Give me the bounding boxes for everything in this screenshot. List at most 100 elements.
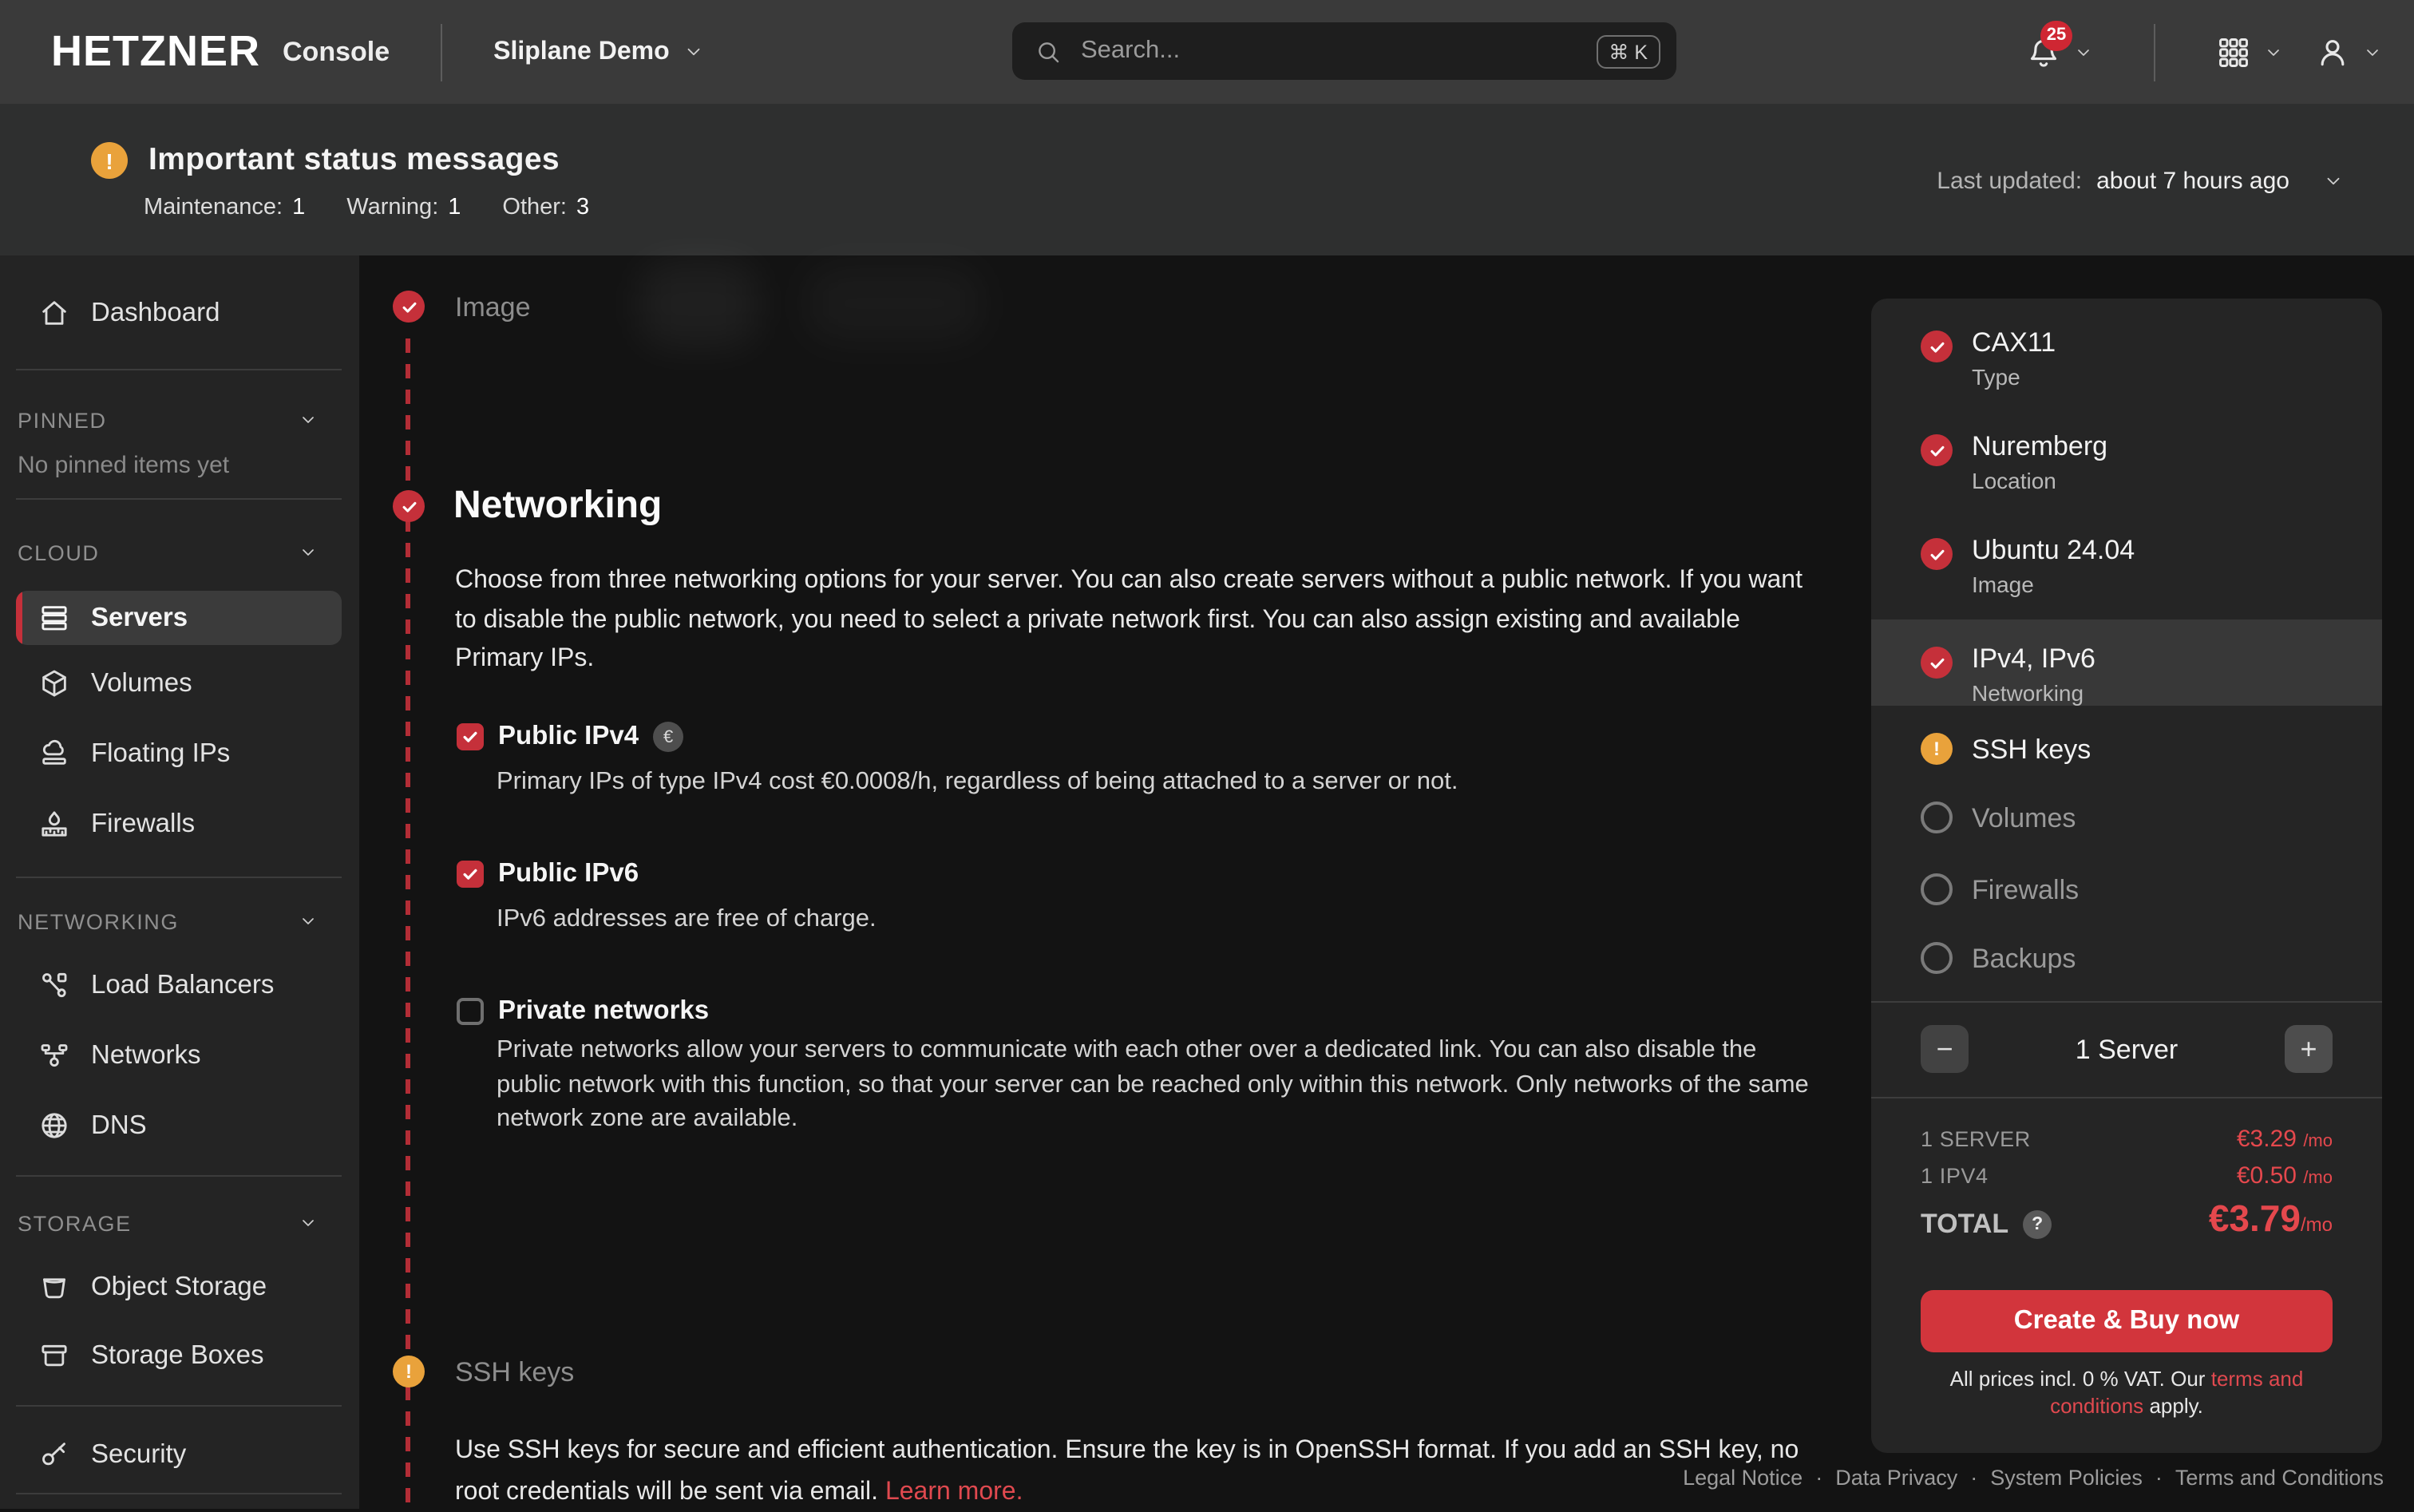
sidebar-item-dashboard[interactable]: Dashboard [0, 286, 359, 340]
last-updated-dropdown[interactable]: Last updated: about 7 hours ago [1937, 168, 2344, 195]
chevron-down-icon [2323, 171, 2344, 192]
price: €0.50 [2237, 1162, 2297, 1189]
user-icon [2315, 34, 2350, 69]
search-input[interactable] [1078, 35, 1596, 67]
sidebar-item-label: Security [91, 1439, 186, 1470]
search-bar[interactable]: ⌘ K [1012, 22, 1676, 80]
ssh-step-warning-icon: ! [393, 1356, 425, 1387]
step-value: Nuremberg [1972, 431, 2107, 463]
networking-intro-text: Choose from three networking options for… [455, 562, 1809, 679]
blurred-content [806, 265, 982, 342]
hetzner-console: HETZNER Console Sliplane Demo ⌘ K 25 [0, 0, 2414, 1509]
sidebar-item-floating-ips[interactable]: Floating IPs [0, 726, 359, 781]
checkbox-checked-icon[interactable] [457, 861, 484, 888]
apps-menu-button[interactable] [2216, 34, 2283, 69]
terms-and-conditions-link[interactable]: Terms and Conditions [2175, 1466, 2384, 1490]
summary-step-type[interactable]: CAX11 Type [1871, 327, 2382, 417]
sidebar-group-cloud[interactable]: CLOUD [18, 536, 318, 568]
status-title: Important status messages [148, 142, 560, 179]
total-label: TOTAL [1921, 1209, 2008, 1241]
chevron-down-icon [299, 410, 318, 429]
step-value: CAX11 [1972, 327, 2056, 359]
summary-step-image[interactable]: Ubuntu 24.04 Image [1871, 535, 2382, 624]
chevron-down-icon [684, 42, 705, 62]
other-count: 3 [576, 195, 589, 220]
console-label: Console [283, 36, 390, 68]
divider [1871, 1097, 2382, 1098]
step-label: Type [1972, 364, 2020, 390]
summary-step-firewalls[interactable]: Firewalls [1871, 873, 2382, 921]
help-icon[interactable]: ? [2023, 1210, 2052, 1239]
divider [16, 1405, 342, 1407]
sidebar-item-object-storage[interactable]: Object Storage [0, 1260, 359, 1314]
step-label: Image [1972, 572, 2034, 597]
project-selector[interactable]: Sliplane Demo [493, 38, 705, 66]
legal-notice-link[interactable]: Legal Notice [1683, 1466, 1803, 1490]
chevron-down-icon [299, 912, 318, 931]
checkbox-unchecked-icon[interactable] [457, 998, 484, 1025]
sidebar-item-volumes[interactable]: Volumes [0, 656, 359, 710]
networking-section-title: Networking [453, 484, 662, 528]
sidebar-item-dns[interactable]: DNS [0, 1098, 359, 1153]
load-balancer-icon [38, 969, 70, 1001]
topbar-actions: 25 [2026, 0, 2382, 104]
check-icon [1921, 647, 1953, 679]
sidebar-item-label: Floating IPs [91, 738, 230, 769]
create-buy-button[interactable]: Create & Buy now [1921, 1290, 2333, 1352]
divider [16, 369, 342, 370]
sidebar-item-label: Networks [91, 1040, 201, 1071]
sidebar-item-servers[interactable]: Servers [16, 591, 342, 645]
public-ipv6-description: IPv6 addresses are free of charge. [497, 902, 877, 936]
sidebar: Dashboard PINNED No pinned items yet CLO… [0, 255, 359, 1509]
price-unit: /mo [2303, 1132, 2333, 1151]
status-header: ! Important status messages [91, 142, 560, 179]
chevron-down-icon [299, 543, 318, 562]
sidebar-item-networks[interactable]: Networks [0, 1028, 359, 1083]
summary-step-backups[interactable]: Backups [1871, 942, 2382, 990]
data-privacy-link[interactable]: Data Privacy [1835, 1466, 1957, 1490]
account-menu-button[interactable] [2315, 34, 2382, 69]
status-message-bar: ! Important status messages Maintenance:… [0, 104, 2414, 255]
check-icon [1921, 331, 1953, 362]
dot-separator: · [1970, 1466, 1977, 1490]
increase-server-count-button[interactable]: + [2285, 1025, 2333, 1073]
system-policies-link[interactable]: System Policies [1990, 1466, 2143, 1490]
notifications-button[interactable]: 25 [2026, 34, 2093, 69]
sidebar-item-label: Object Storage [91, 1272, 267, 1302]
chevron-down-icon [2363, 42, 2382, 61]
hetzner-logo[interactable]: HETZNER [51, 27, 260, 77]
summary-step-location[interactable]: Nuremberg Location [1871, 431, 2382, 520]
sidebar-item-storage-boxes[interactable]: Storage Boxes [0, 1328, 359, 1383]
sidebar-item-firewalls[interactable]: Firewalls [0, 797, 359, 851]
group-label: NETWORKING [18, 909, 179, 933]
private-networks-checkbox-row[interactable]: Private networks [457, 996, 709, 1027]
group-label: PINNED [18, 408, 107, 432]
sidebar-item-label: Firewalls [91, 809, 195, 839]
summary-step-volumes[interactable]: Volumes [1871, 802, 2382, 849]
sidebar-item-load-balancers[interactable]: Load Balancers [0, 958, 359, 1012]
divider [441, 23, 442, 81]
public-ipv4-checkbox-row[interactable]: Public IPv4 € [457, 722, 683, 752]
sidebar-item-security[interactable]: Security [0, 1427, 359, 1482]
step-value: Firewalls [1972, 875, 2079, 907]
last-updated-label: Last updated: [1937, 168, 2082, 195]
divider [1871, 1001, 2382, 1003]
sidebar-group-storage[interactable]: STORAGE [18, 1207, 318, 1239]
empty-circle-icon [1921, 942, 1953, 974]
private-networks-label: Private networks [498, 996, 709, 1027]
learn-more-link[interactable]: Learn more. [885, 1478, 1023, 1505]
summary-step-networking[interactable]: IPv4, IPv6 Networking [1871, 643, 2382, 733]
sidebar-group-networking[interactable]: NETWORKING [18, 905, 318, 937]
checkbox-checked-icon[interactable] [457, 723, 484, 750]
top-bar: HETZNER Console Sliplane Demo ⌘ K 25 [0, 0, 2414, 104]
step-value: SSH keys [1972, 734, 2091, 766]
sidebar-group-pinned[interactable]: PINNED [18, 404, 318, 436]
image-step-check-icon [393, 291, 425, 323]
total-unit: /mo [2301, 1213, 2333, 1236]
footer-links: Legal Notice · Data Privacy · System Pol… [1683, 1466, 2384, 1490]
chevron-down-icon [2264, 42, 2283, 61]
summary-step-ssh-keys[interactable]: ! SSH keys [1871, 733, 2382, 781]
public-ipv6-checkbox-row[interactable]: Public IPv6 [457, 859, 639, 889]
floating-ip-icon [38, 738, 70, 770]
total-amount: €3.79 [2209, 1197, 2301, 1239]
